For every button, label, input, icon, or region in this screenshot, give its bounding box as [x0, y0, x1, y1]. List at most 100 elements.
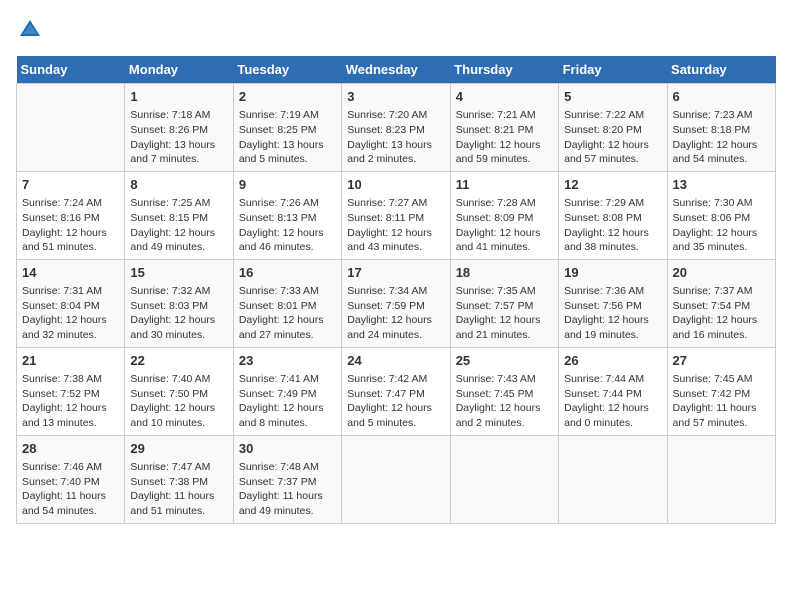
day-number: 3 [347, 88, 444, 106]
calendar-cell: 12 Sunrise: 7:29 AM Sunset: 8:08 PM Dayli… [559, 171, 667, 259]
calendar-cell: 28 Sunrise: 7:46 AM Sunset: 7:40 PM Dayli… [17, 435, 125, 523]
calendar-cell: 6 Sunrise: 7:23 AM Sunset: 8:18 PM Daylig… [667, 84, 775, 172]
calendar-cell: 5 Sunrise: 7:22 AM Sunset: 8:20 PM Daylig… [559, 84, 667, 172]
calendar-cell [559, 435, 667, 523]
day-info: Sunrise: 7:38 AM Sunset: 7:52 PM Dayligh… [22, 372, 119, 431]
day-number: 16 [239, 264, 336, 282]
day-number: 18 [456, 264, 553, 282]
day-info: Sunrise: 7:26 AM Sunset: 8:13 PM Dayligh… [239, 196, 336, 255]
calendar-cell: 20 Sunrise: 7:37 AM Sunset: 7:54 PM Dayli… [667, 259, 775, 347]
weekday-header: Tuesday [233, 56, 341, 84]
calendar-cell: 1 Sunrise: 7:18 AM Sunset: 8:26 PM Daylig… [125, 84, 233, 172]
day-number: 10 [347, 176, 444, 194]
day-number: 24 [347, 352, 444, 370]
calendar-cell: 7 Sunrise: 7:24 AM Sunset: 8:16 PM Daylig… [17, 171, 125, 259]
day-number: 13 [673, 176, 770, 194]
calendar-cell: 18 Sunrise: 7:35 AM Sunset: 7:57 PM Dayli… [450, 259, 558, 347]
day-info: Sunrise: 7:36 AM Sunset: 7:56 PM Dayligh… [564, 284, 661, 343]
weekday-header: Friday [559, 56, 667, 84]
weekday-header: Saturday [667, 56, 775, 84]
day-info: Sunrise: 7:22 AM Sunset: 8:20 PM Dayligh… [564, 108, 661, 167]
day-info: Sunrise: 7:40 AM Sunset: 7:50 PM Dayligh… [130, 372, 227, 431]
calendar-cell: 9 Sunrise: 7:26 AM Sunset: 8:13 PM Daylig… [233, 171, 341, 259]
calendar-cell: 4 Sunrise: 7:21 AM Sunset: 8:21 PM Daylig… [450, 84, 558, 172]
day-number: 1 [130, 88, 227, 106]
weekday-header: Monday [125, 56, 233, 84]
calendar-cell [17, 84, 125, 172]
calendar-cell: 26 Sunrise: 7:44 AM Sunset: 7:44 PM Dayli… [559, 347, 667, 435]
calendar-cell: 17 Sunrise: 7:34 AM Sunset: 7:59 PM Dayli… [342, 259, 450, 347]
calendar-cell: 13Sunrise: 7:30 AM Sunset: 8:06 PM Dayli… [667, 171, 775, 259]
day-number: 27 [673, 352, 770, 370]
calendar-cell: 14 Sunrise: 7:31 AM Sunset: 8:04 PM Dayli… [17, 259, 125, 347]
logo [16, 16, 48, 44]
day-number: 9 [239, 176, 336, 194]
day-number: 7 [22, 176, 119, 194]
day-info: Sunrise: 7:33 AM Sunset: 8:01 PM Dayligh… [239, 284, 336, 343]
day-number: 6 [673, 88, 770, 106]
day-info: Sunrise: 7:27 AM Sunset: 8:11 PM Dayligh… [347, 196, 444, 255]
day-number: 20 [673, 264, 770, 282]
day-number: 11 [456, 176, 553, 194]
calendar-cell: 8 Sunrise: 7:25 AM Sunset: 8:15 PM Daylig… [125, 171, 233, 259]
weekday-header: Wednesday [342, 56, 450, 84]
day-info: Sunrise: 7:28 AM Sunset: 8:09 PM Dayligh… [456, 196, 553, 255]
day-number: 21 [22, 352, 119, 370]
day-number: 14 [22, 264, 119, 282]
day-info: Sunrise: 7:29 AM Sunset: 8:08 PM Dayligh… [564, 196, 661, 255]
day-info: Sunrise: 7:45 AM Sunset: 7:42 PM Dayligh… [673, 372, 770, 431]
calendar-cell: 22 Sunrise: 7:40 AM Sunset: 7:50 PM Dayli… [125, 347, 233, 435]
day-info: Sunrise: 7:31 AM Sunset: 8:04 PM Dayligh… [22, 284, 119, 343]
calendar-cell: 10 Sunrise: 7:27 AM Sunset: 8:11 PM Dayli… [342, 171, 450, 259]
day-number: 30 [239, 440, 336, 458]
logo-icon [16, 16, 44, 44]
day-info: Sunrise: 7:25 AM Sunset: 8:15 PM Dayligh… [130, 196, 227, 255]
day-info: Sunrise: 7:24 AM Sunset: 8:16 PM Dayligh… [22, 196, 119, 255]
calendar-cell: 3 Sunrise: 7:20 AM Sunset: 8:23 PM Daylig… [342, 84, 450, 172]
calendar-cell: 19Sunrise: 7:36 AM Sunset: 7:56 PM Dayli… [559, 259, 667, 347]
calendar-cell: 15 Sunrise: 7:32 AM Sunset: 8:03 PM Dayli… [125, 259, 233, 347]
day-number: 5 [564, 88, 661, 106]
day-number: 8 [130, 176, 227, 194]
day-info: Sunrise: 7:48 AM Sunset: 7:37 PM Dayligh… [239, 460, 336, 519]
day-info: Sunrise: 7:43 AM Sunset: 7:45 PM Dayligh… [456, 372, 553, 431]
day-info: Sunrise: 7:32 AM Sunset: 8:03 PM Dayligh… [130, 284, 227, 343]
day-info: Sunrise: 7:35 AM Sunset: 7:57 PM Dayligh… [456, 284, 553, 343]
day-number: 28 [22, 440, 119, 458]
calendar-cell [342, 435, 450, 523]
day-number: 23 [239, 352, 336, 370]
day-info: Sunrise: 7:34 AM Sunset: 7:59 PM Dayligh… [347, 284, 444, 343]
day-info: Sunrise: 7:18 AM Sunset: 8:26 PM Dayligh… [130, 108, 227, 167]
calendar-table: SundayMondayTuesdayWednesdayThursdayFrid… [16, 56, 776, 524]
calendar-cell: 21 Sunrise: 7:38 AM Sunset: 7:52 PM Dayli… [17, 347, 125, 435]
day-number: 29 [130, 440, 227, 458]
day-number: 2 [239, 88, 336, 106]
day-number: 17 [347, 264, 444, 282]
day-info: Sunrise: 7:19 AM Sunset: 8:25 PM Dayligh… [239, 108, 336, 167]
day-number: 26 [564, 352, 661, 370]
calendar-cell: 23 Sunrise: 7:41 AM Sunset: 7:49 PM Dayli… [233, 347, 341, 435]
day-info: Sunrise: 7:46 AM Sunset: 7:40 PM Dayligh… [22, 460, 119, 519]
day-number: 25 [456, 352, 553, 370]
calendar-cell: 27 Sunrise: 7:45 AM Sunset: 7:42 PM Dayli… [667, 347, 775, 435]
day-number: 15 [130, 264, 227, 282]
day-info: Sunrise: 7:23 AM Sunset: 8:18 PM Dayligh… [673, 108, 770, 167]
page-header [16, 16, 776, 44]
calendar-cell [667, 435, 775, 523]
calendar-cell [450, 435, 558, 523]
day-info: Sunrise: 7:41 AM Sunset: 7:49 PM Dayligh… [239, 372, 336, 431]
day-info: Sunrise: 7:21 AM Sunset: 8:21 PM Dayligh… [456, 108, 553, 167]
day-info: Sunrise: 7:47 AM Sunset: 7:38 PM Dayligh… [130, 460, 227, 519]
calendar-cell: 16 Sunrise: 7:33 AM Sunset: 8:01 PM Dayli… [233, 259, 341, 347]
day-info: Sunrise: 7:44 AM Sunset: 7:44 PM Dayligh… [564, 372, 661, 431]
day-info: Sunrise: 7:20 AM Sunset: 8:23 PM Dayligh… [347, 108, 444, 167]
day-number: 22 [130, 352, 227, 370]
calendar-cell: 25 Sunrise: 7:43 AM Sunset: 7:45 PM Dayli… [450, 347, 558, 435]
calendar-cell: 30 Sunrise: 7:48 AM Sunset: 7:37 PM Dayli… [233, 435, 341, 523]
day-info: Sunrise: 7:37 AM Sunset: 7:54 PM Dayligh… [673, 284, 770, 343]
day-number: 12 [564, 176, 661, 194]
day-number: 4 [456, 88, 553, 106]
calendar-cell: 29 Sunrise: 7:47 AM Sunset: 7:38 PM Dayli… [125, 435, 233, 523]
weekday-header: Sunday [17, 56, 125, 84]
day-info: Sunrise: 7:42 AM Sunset: 7:47 PM Dayligh… [347, 372, 444, 431]
